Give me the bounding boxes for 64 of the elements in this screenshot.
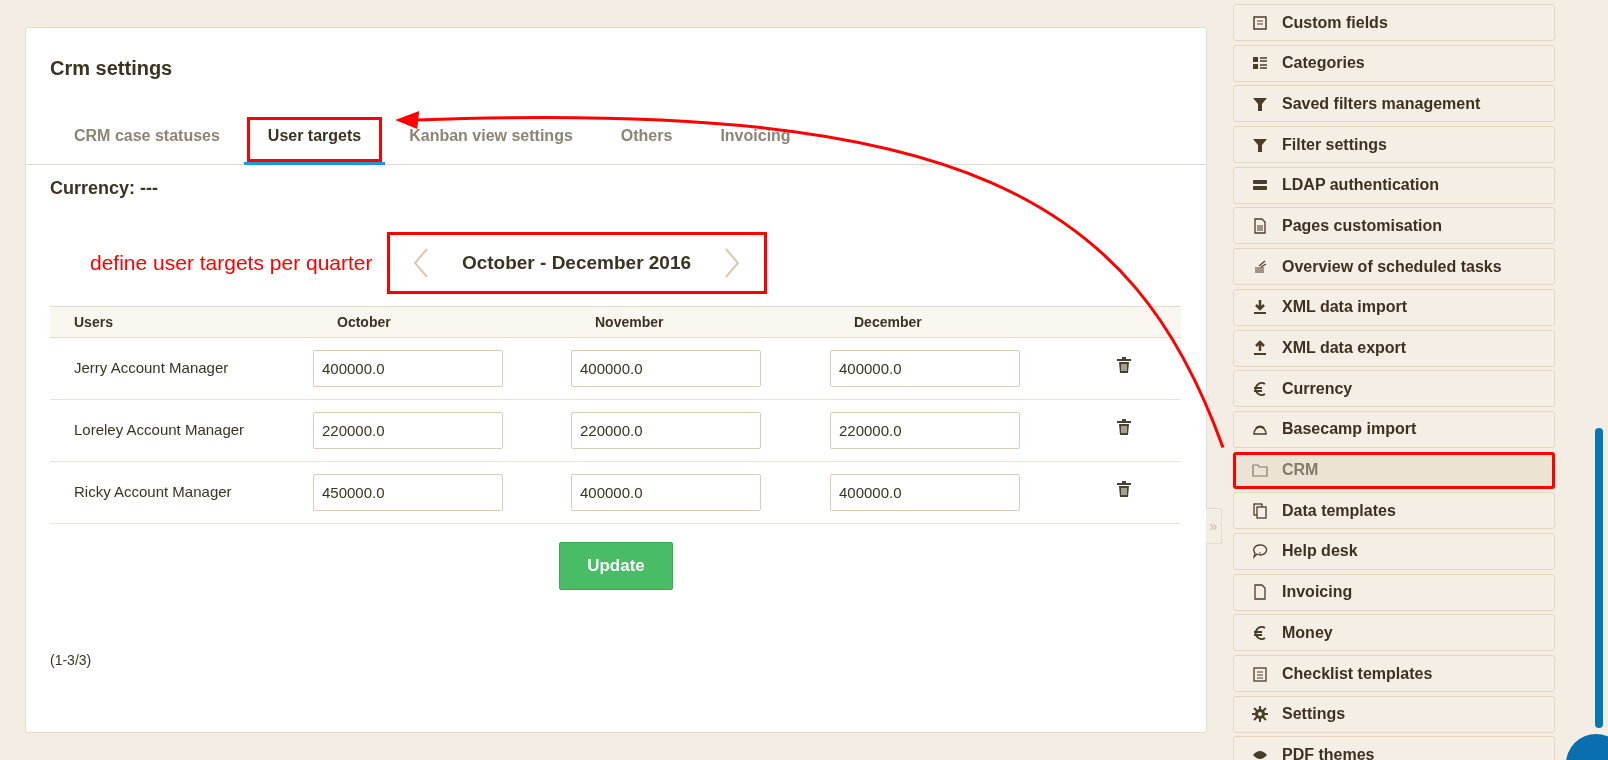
funnel-icon: [1252, 136, 1268, 153]
sidebar-item[interactable]: LDAP authentication: [1233, 166, 1555, 204]
target-input[interactable]: 220000.0: [313, 412, 503, 449]
trash-icon[interactable]: [1117, 481, 1131, 498]
sidebar-item[interactable]: Overview of scheduled tasks: [1233, 248, 1555, 286]
sidebar-item[interactable]: Help desk: [1233, 532, 1555, 570]
target-input[interactable]: 400000.0: [830, 350, 1020, 387]
trash-icon[interactable]: [1117, 419, 1131, 436]
annotation-note: define user targets per quarter: [90, 250, 373, 277]
document-icon: [1252, 217, 1268, 234]
download-icon: [1252, 299, 1268, 316]
list-icon: [1252, 55, 1268, 72]
tab[interactable]: Invoicing: [696, 114, 815, 165]
clipboard-icon: [1252, 665, 1268, 682]
panel-title: Crm settings: [49, 56, 174, 80]
period-label: October - December 2016: [461, 250, 692, 275]
target-input[interactable]: 400000.0: [571, 474, 761, 511]
tab[interactable]: Others: [596, 114, 697, 165]
sidebar-item[interactable]: Custom fields: [1233, 4, 1555, 41]
column-header: Users: [73, 312, 114, 332]
sidebar-item[interactable]: Pages customisation: [1233, 207, 1555, 245]
pagination-label: (1-3/3): [49, 651, 93, 670]
sidebar-item[interactable]: Filter settings: [1233, 126, 1555, 164]
target-input[interactable]: 220000.0: [571, 412, 761, 449]
currency-label: Currency: ---: [49, 177, 159, 200]
user-name: Ricky Account Manager: [73, 482, 233, 503]
tab[interactable]: Kanban view settings: [385, 114, 597, 165]
column-header: November: [594, 312, 665, 332]
sidebar-item[interactable]: Saved filters management: [1233, 85, 1555, 123]
speech-bubble-icon: [1252, 543, 1268, 560]
form-icon: [1252, 14, 1268, 31]
trash-icon[interactable]: [1117, 357, 1131, 374]
sidebar-item[interactable]: Categories: [1233, 44, 1555, 82]
document-icon: [1252, 258, 1268, 275]
target-input[interactable]: 450000.0: [313, 474, 503, 511]
target-input[interactable]: 400000.0: [571, 350, 761, 387]
scrollbar-thumb[interactable]: [1595, 428, 1603, 728]
target-input[interactable]: 400000.0: [830, 474, 1020, 511]
target-input[interactable]: 220000.0: [830, 412, 1020, 449]
euro-icon: [1252, 380, 1268, 397]
folder-icon: [1252, 462, 1268, 479]
gear-icon: [1252, 706, 1268, 723]
tab[interactable]: User targets: [243, 114, 386, 165]
sidebar-item[interactable]: Checklist templates: [1233, 655, 1555, 692]
sidebar-item[interactable]: PDF themes: [1233, 736, 1555, 760]
copy-icon: [1252, 502, 1268, 519]
column-header: October: [336, 312, 392, 332]
sidebar-item[interactable]: Money: [1233, 614, 1555, 652]
sidebar-item[interactable]: Currency: [1233, 370, 1555, 408]
sidebar-item[interactable]: Settings: [1233, 695, 1555, 733]
tab[interactable]: CRM case statuses: [50, 114, 244, 165]
funnel-icon: [1252, 95, 1268, 112]
sidebar-item[interactable]: XML data import: [1233, 288, 1555, 326]
sidebar-item[interactable]: XML data export: [1233, 329, 1555, 367]
sidebar-item[interactable]: Basecamp import: [1233, 410, 1555, 448]
sidebar-item[interactable]: Invoicing: [1233, 573, 1555, 611]
target-input[interactable]: 400000.0: [313, 350, 503, 387]
user-name: Loreley Account Manager: [73, 420, 246, 441]
user-name: Jerry Account Manager: [73, 358, 230, 379]
euro-icon: [1252, 624, 1268, 641]
document-icon: [1252, 584, 1268, 601]
sidebar-item[interactable]: Data templates: [1233, 492, 1555, 530]
upload-icon: [1252, 340, 1268, 356]
column-header: December: [853, 312, 923, 332]
